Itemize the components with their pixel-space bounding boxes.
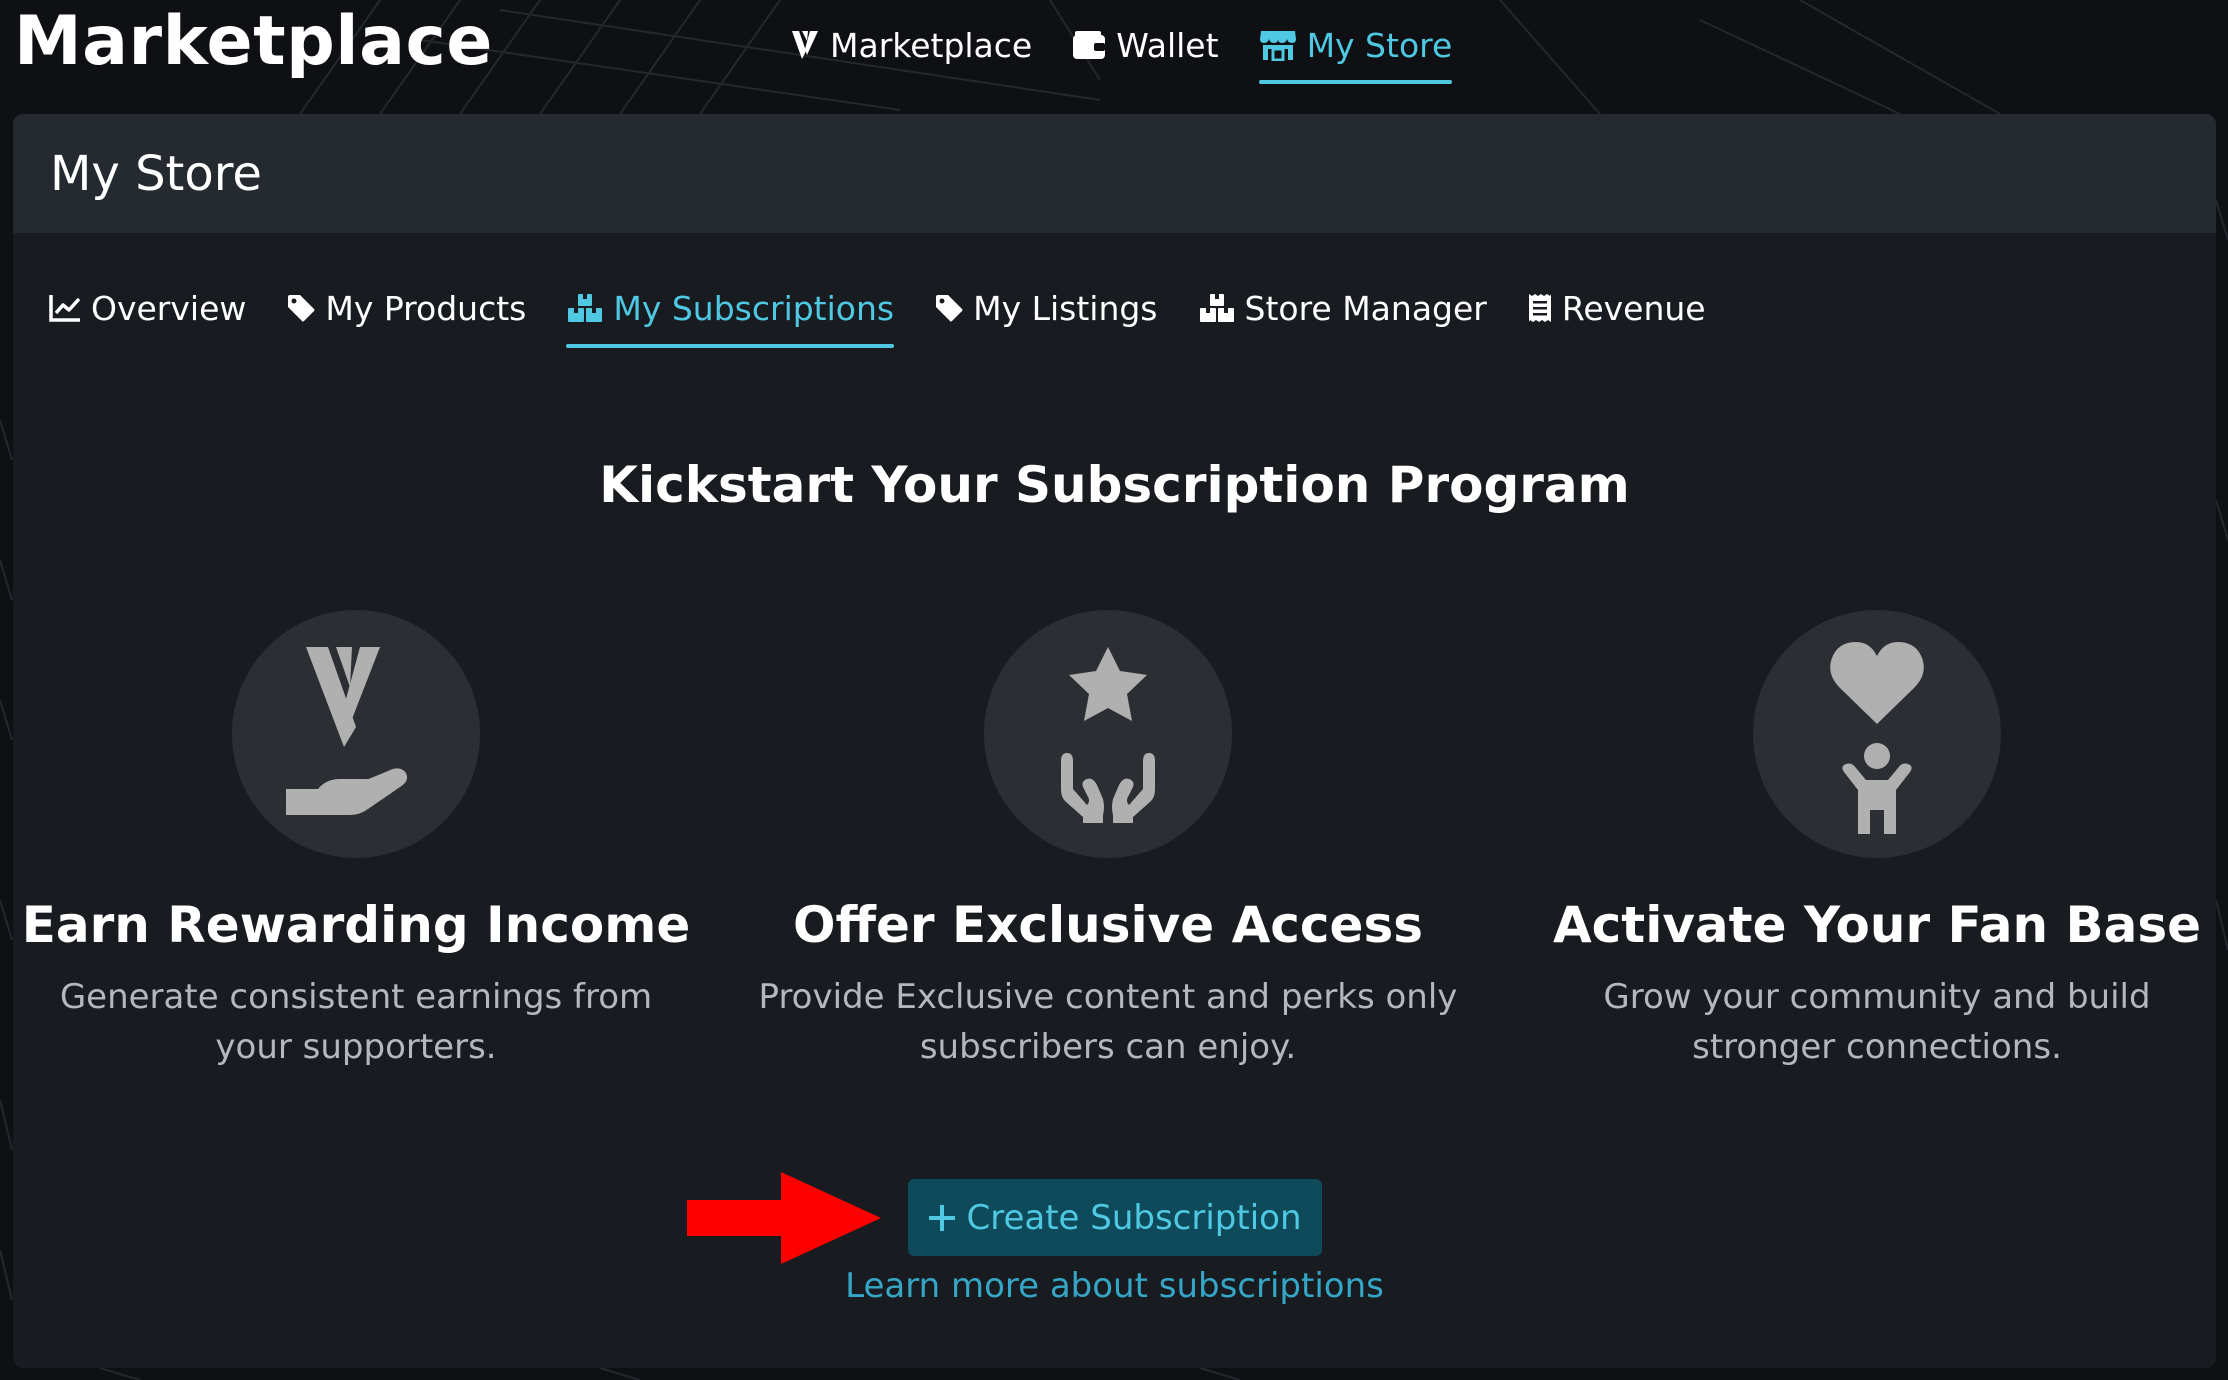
feature-description-line: stronger connections. [1692, 1027, 2062, 1067]
panel-header: My Store [13, 114, 2216, 233]
tab-my-subscriptions[interactable]: My Subscriptions [566, 276, 895, 348]
tab-overview[interactable]: Overview [48, 276, 246, 340]
plus-icon [929, 1204, 956, 1231]
tab-my-listings[interactable]: My Listings [934, 276, 1158, 340]
feature-earn-income: Earn Rewarding Income Generate consisten… [13, 610, 706, 1072]
feature-title: Activate Your Fan Base [1552, 896, 2202, 954]
hand-coin-icon [286, 647, 408, 815]
feature-description-line: Grow your community and build [1603, 977, 2151, 1017]
star-hands-icon [1061, 647, 1155, 823]
boxes-icon [568, 294, 603, 322]
section-headline: Kickstart Your Subscription Program [599, 456, 1630, 514]
nav-wallet-label: Wallet [1116, 25, 1219, 65]
nav-marketplace-label: Marketplace [830, 25, 1033, 65]
tab-store-manager-label: Store Manager [1244, 288, 1487, 328]
feature-description: Grow your community and build stronger c… [1527, 972, 2216, 1072]
store-icon [1259, 31, 1296, 61]
tab-store-manager[interactable]: Store Manager [1198, 276, 1487, 340]
feature-description: Provide Exclusive content and perks only… [758, 972, 1458, 1072]
nav-marketplace[interactable]: Marketplace [790, 14, 1032, 76]
annotation-arrow [687, 1172, 881, 1264]
my-store-panel: My Store Overview My Products My Subscri… [13, 114, 2216, 1368]
tab-my-listings-label: My Listings [973, 288, 1158, 328]
learn-more-link[interactable]: Learn more about subscriptions [13, 1266, 2216, 1306]
feature-icon-circle [232, 610, 480, 858]
feature-fan-base: Activate Your Fan Base Grow your communi… [1527, 610, 2216, 1072]
feature-icon-circle [1753, 610, 2001, 858]
app-title: Marketplace [14, 2, 493, 81]
tab-my-products-label: My Products [325, 288, 527, 328]
marketplace-page: Marketplace Marketplace Wallet My Store … [0, 0, 2228, 1380]
feature-list: Earn Rewarding Income Generate consisten… [13, 610, 2216, 1210]
store-tabs: Overview My Products My Subscriptions My… [48, 276, 1706, 348]
tab-revenue[interactable]: Revenue [1527, 276, 1706, 340]
feature-description-line: your supporters. [215, 1027, 497, 1067]
feature-title: Earn Rewarding Income [21, 896, 691, 954]
top-nav: Marketplace Wallet My Store [790, 14, 1452, 86]
nav-my-store[interactable]: My Store [1258, 14, 1453, 84]
page-title: My Store [50, 145, 262, 202]
chart-line-icon [49, 295, 81, 322]
feature-description-line: Generate consistent earnings from [59, 977, 653, 1017]
tag-icon [288, 295, 315, 322]
feature-description-line: Provide Exclusive content and perks only [758, 977, 1458, 1017]
tab-revenue-label: Revenue [1561, 288, 1706, 328]
wallet-icon [1073, 31, 1106, 59]
feature-description-line: subscribers can enjoy. [919, 1027, 1297, 1067]
feature-exclusive-access: Offer Exclusive Access Provide Exclusive… [758, 610, 1458, 1072]
tab-overview-label: Overview [91, 288, 247, 328]
tab-my-products[interactable]: My Products [286, 276, 526, 340]
boxes-icon [1199, 294, 1234, 322]
feature-description: Generate consistent earnings from your s… [13, 972, 706, 1072]
create-subscription-label: Create Subscription [966, 1197, 1302, 1238]
nav-my-store-label: My Store [1306, 25, 1453, 65]
receipt-icon [1528, 294, 1551, 322]
feature-icon-circle [984, 610, 1232, 858]
tab-my-subscriptions-label: My Subscriptions [613, 288, 895, 328]
tag-icon [936, 295, 963, 322]
create-subscription-button[interactable]: Create Subscription [908, 1179, 1322, 1256]
heart-person-icon [1830, 642, 1924, 834]
feature-title: Offer Exclusive Access [793, 896, 1423, 954]
v-logo-icon [792, 31, 818, 59]
nav-wallet[interactable]: Wallet [1072, 14, 1219, 76]
